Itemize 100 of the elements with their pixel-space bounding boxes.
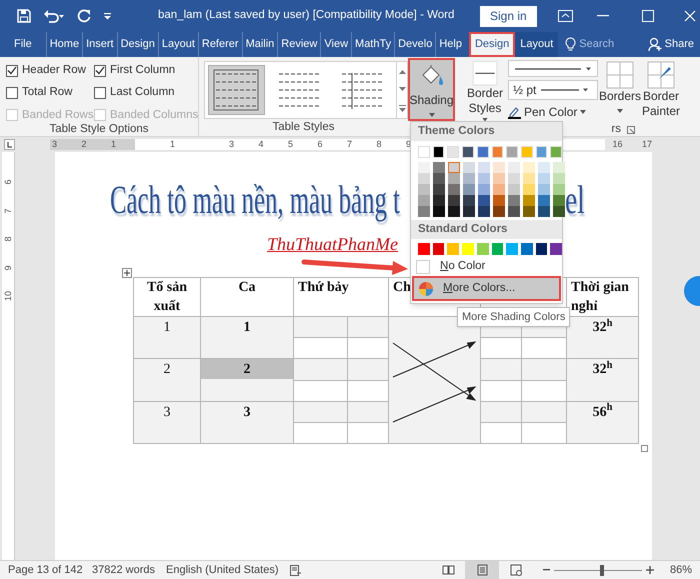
color-swatch[interactable] [418,173,430,184]
zoom-in-icon[interactable] [646,566,654,574]
color-swatch[interactable] [523,206,535,217]
color-swatch[interactable] [508,206,520,217]
color-swatch[interactable] [520,243,533,255]
color-swatch[interactable] [463,206,475,217]
view-button[interactable] [465,561,499,579]
maximize-icon[interactable] [642,10,654,22]
color-swatch[interactable] [433,162,445,173]
scroll-down-icon[interactable] [398,86,406,92]
checkbox[interactable]: Header Row [6,62,94,80]
color-swatch[interactable] [448,173,460,184]
slider-thumb[interactable] [600,564,604,576]
checkbox[interactable]: Last Column [94,84,202,102]
checkbox[interactable]: Total Row [6,84,94,102]
word-count[interactable]: 37822 words [92,562,166,578]
color-swatch[interactable] [550,243,562,255]
color-swatch[interactable] [433,195,445,206]
shading-button[interactable]: Shading [408,58,455,121]
line-weight-dropdown[interactable]: ½ pt [508,80,598,100]
color-swatch[interactable] [536,243,548,255]
color-swatch[interactable] [418,243,430,255]
minimize-icon[interactable] [596,15,609,17]
color-swatch[interactable] [508,184,520,195]
color-swatch[interactable] [448,184,460,195]
color-swatch[interactable] [493,173,505,184]
table-resize-handle[interactable] [641,445,648,452]
ribbon-tab[interactable]: File [8,32,38,57]
color-swatch[interactable] [492,243,504,255]
undo-icon[interactable] [43,9,65,23]
checkbox[interactable]: First Column [94,62,202,80]
color-swatch[interactable] [463,173,475,184]
color-swatch[interactable] [493,162,505,173]
language[interactable]: English (United States) [166,562,290,578]
sign-in-button[interactable]: Sign in [480,6,537,26]
tab-selector-icon[interactable] [4,139,15,150]
more-styles-icon[interactable] [398,104,406,112]
color-swatch[interactable] [418,195,430,206]
line-style-dropdown[interactable] [508,60,598,77]
table-move-handle-icon[interactable] [122,268,132,278]
color-swatch[interactable] [538,184,550,195]
ribbon-tab[interactable]: Design [468,32,516,57]
customize-icon[interactable] [103,12,112,20]
color-swatch[interactable] [478,206,490,217]
color-swatch[interactable] [433,184,445,195]
search-field[interactable]: Search [562,32,618,57]
border-styles-button[interactable]: Border Styles [465,57,505,121]
color-swatch[interactable] [508,195,520,206]
color-swatch[interactable] [538,206,550,217]
color-swatch[interactable] [433,173,445,184]
color-swatch[interactable] [553,195,565,206]
color-swatch[interactable] [493,206,505,217]
menu-item[interactable]: No Color [411,258,562,276]
color-swatch[interactable] [478,195,490,206]
color-swatch[interactable] [448,162,460,173]
color-swatch[interactable] [418,206,430,217]
color-swatch[interactable] [447,243,460,255]
color-swatch[interactable] [553,162,565,173]
color-swatch[interactable] [448,206,460,217]
color-swatch[interactable] [538,195,550,206]
color-swatch[interactable] [553,173,565,184]
color-swatch[interactable] [448,195,460,206]
color-swatch[interactable] [493,184,505,195]
color-swatch[interactable] [553,206,565,217]
color-swatch[interactable] [523,195,535,206]
scroll-up-icon[interactable] [398,68,406,74]
close-icon[interactable] [684,10,696,22]
ribbon-display-icon[interactable] [558,10,573,22]
redo-icon[interactable] [77,9,91,23]
share-button[interactable]: Share [648,32,694,57]
color-swatch[interactable] [463,162,475,173]
color-swatch[interactable] [506,243,518,255]
table-style-thumbnail[interactable] [208,65,265,115]
color-swatch[interactable] [478,162,490,173]
floating-app-icon[interactable] [684,276,700,306]
save-icon[interactable] [17,9,31,23]
border-painter-button[interactable]: Border Painter [640,57,682,121]
color-swatch[interactable] [462,243,474,255]
color-swatch[interactable] [523,162,535,173]
color-swatch[interactable] [508,162,520,173]
zoom-level[interactable]: 86% [670,562,700,578]
color-swatch[interactable] [523,184,535,195]
page-count[interactable]: Page 13 of 142 [8,562,92,578]
color-swatch[interactable] [476,243,489,255]
proofing-icon[interactable] [290,564,302,576]
zoom-slider[interactable] [554,564,642,576]
pen-color-button[interactable]: Pen Color [508,103,598,121]
color-swatch[interactable] [418,162,430,173]
color-swatch[interactable] [538,162,550,173]
menu-item[interactable]: More Colors... [412,276,561,301]
dialog-launcher-icon[interactable] [627,126,635,134]
color-swatch[interactable] [478,173,490,184]
color-swatch[interactable] [523,173,535,184]
color-swatch[interactable] [553,184,565,195]
color-swatch[interactable] [538,173,550,184]
color-swatch[interactable] [463,195,475,206]
color-swatch[interactable] [508,173,520,184]
color-swatch[interactable] [478,184,490,195]
color-swatch[interactable] [432,243,444,255]
color-swatch[interactable] [463,184,475,195]
